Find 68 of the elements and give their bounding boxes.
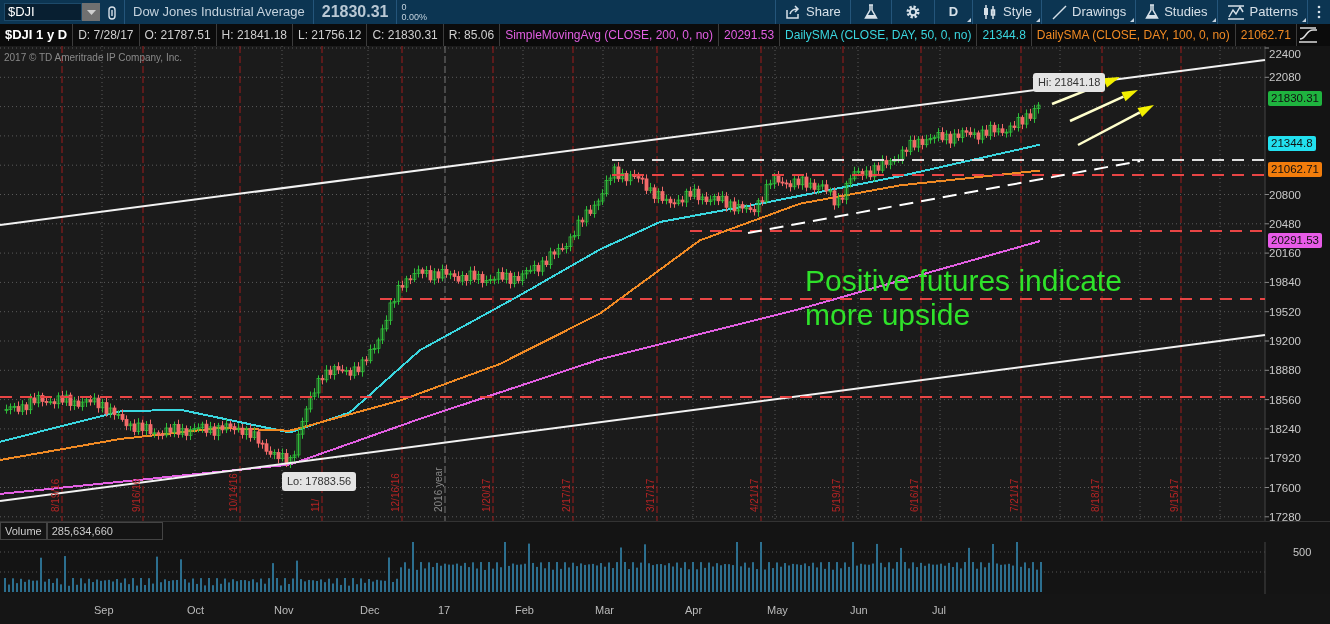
price-tick-label: 20480 [1269, 217, 1301, 230]
price-tick-label: 18240 [1269, 422, 1301, 435]
percent-change: 0.00% [401, 12, 427, 22]
symbol-field[interactable]: $DJI [4, 3, 82, 21]
date-marker-label: 5/19/17 [831, 478, 842, 512]
date-marker-label: 8/18/17 [1090, 478, 1101, 512]
month-label: Jun [850, 603, 868, 618]
price-tag: 21830.31 [1268, 91, 1322, 106]
volume-value: 285,634,660 [46, 522, 163, 540]
date-marker-label: 7/21/17 [1009, 478, 1020, 512]
date-marker-label: 1/20/17 [481, 478, 492, 512]
month-label: Sep [94, 603, 114, 618]
copyright-text: 2017 © TD Ameritrade IP Company, Inc. [4, 52, 182, 63]
arrow [1069, 90, 1138, 123]
dropdown-button[interactable] [82, 3, 100, 21]
symbol-description: Dow Jones Industrial Average [132, 3, 306, 22]
last-price: 21830.31 [320, 2, 390, 22]
month-label: 17 [438, 603, 451, 618]
low-price-label: Lo: 17883.56 [282, 472, 357, 491]
date-marker-label: 2/17/17 [561, 478, 572, 512]
date-marker-label: 9/16/16 [131, 478, 142, 512]
month-label: May [767, 603, 788, 618]
date-marker-label: 11/ [310, 498, 321, 512]
month-label: Dec [360, 603, 380, 618]
date-marker-label: 9/15/17 [1169, 478, 1180, 512]
date-marker-label: 4/21/17 [749, 478, 760, 512]
price-tick-label: 20800 [1269, 188, 1301, 201]
caret-icon [86, 9, 96, 15]
volume-tick-label: 500 [1293, 546, 1312, 558]
year-marker-label: 2016 year [433, 467, 444, 512]
high-price-label: Hi: 21841.18 [1033, 73, 1106, 92]
month-label: Feb [515, 603, 534, 618]
volume-title: Volume [0, 522, 47, 540]
price-tag: 20291.53 [1268, 233, 1322, 248]
price-tag: 21344.8 [1268, 136, 1316, 151]
price-tick-label: 19840 [1269, 276, 1301, 289]
date-marker-label: 10/14/16 [228, 473, 239, 512]
price-tick-label: 17280 [1269, 510, 1301, 521]
month-label: Apr [685, 603, 703, 618]
price-tick-label: 22080 [1269, 71, 1301, 84]
month-label: Nov [274, 603, 294, 618]
flask-icon [1145, 4, 1160, 20]
price-tick-label: 17920 [1269, 452, 1301, 465]
date-marker-label: 3/17/17 [645, 478, 656, 512]
price-tick-label: 17600 [1269, 481, 1301, 494]
month-label: Oct [187, 603, 205, 618]
link-icon [108, 5, 116, 20]
month-label: Mar [595, 603, 614, 618]
date-marker-label: 12/16/16 [390, 473, 401, 512]
month-label: Jul [932, 603, 947, 618]
flask-icon [863, 4, 878, 20]
price-tick-label: 22400 [1269, 48, 1301, 60]
price-tick-label: 18560 [1269, 393, 1301, 406]
price-change: 0 [401, 2, 408, 12]
price-tick-label: 18880 [1269, 364, 1301, 377]
price-tick-label: 19520 [1269, 305, 1301, 318]
gear-icon [904, 4, 921, 20]
price-tag: 21062.71 [1268, 162, 1322, 177]
price-tick-label: 19200 [1269, 335, 1301, 347]
date-marker-label: 8/19/16 [50, 478, 61, 512]
date-marker-label: 6/16/17 [909, 478, 920, 512]
line-icon [1051, 4, 1067, 20]
share-icon [785, 5, 801, 19]
pattern-chart-icon [1226, 4, 1245, 20]
price-tick-label: 20160 [1269, 247, 1301, 260]
more-icon [1317, 5, 1321, 19]
curve-icon [1296, 26, 1319, 44]
annotation-text: Positive futures indicate more upside [805, 264, 1123, 332]
